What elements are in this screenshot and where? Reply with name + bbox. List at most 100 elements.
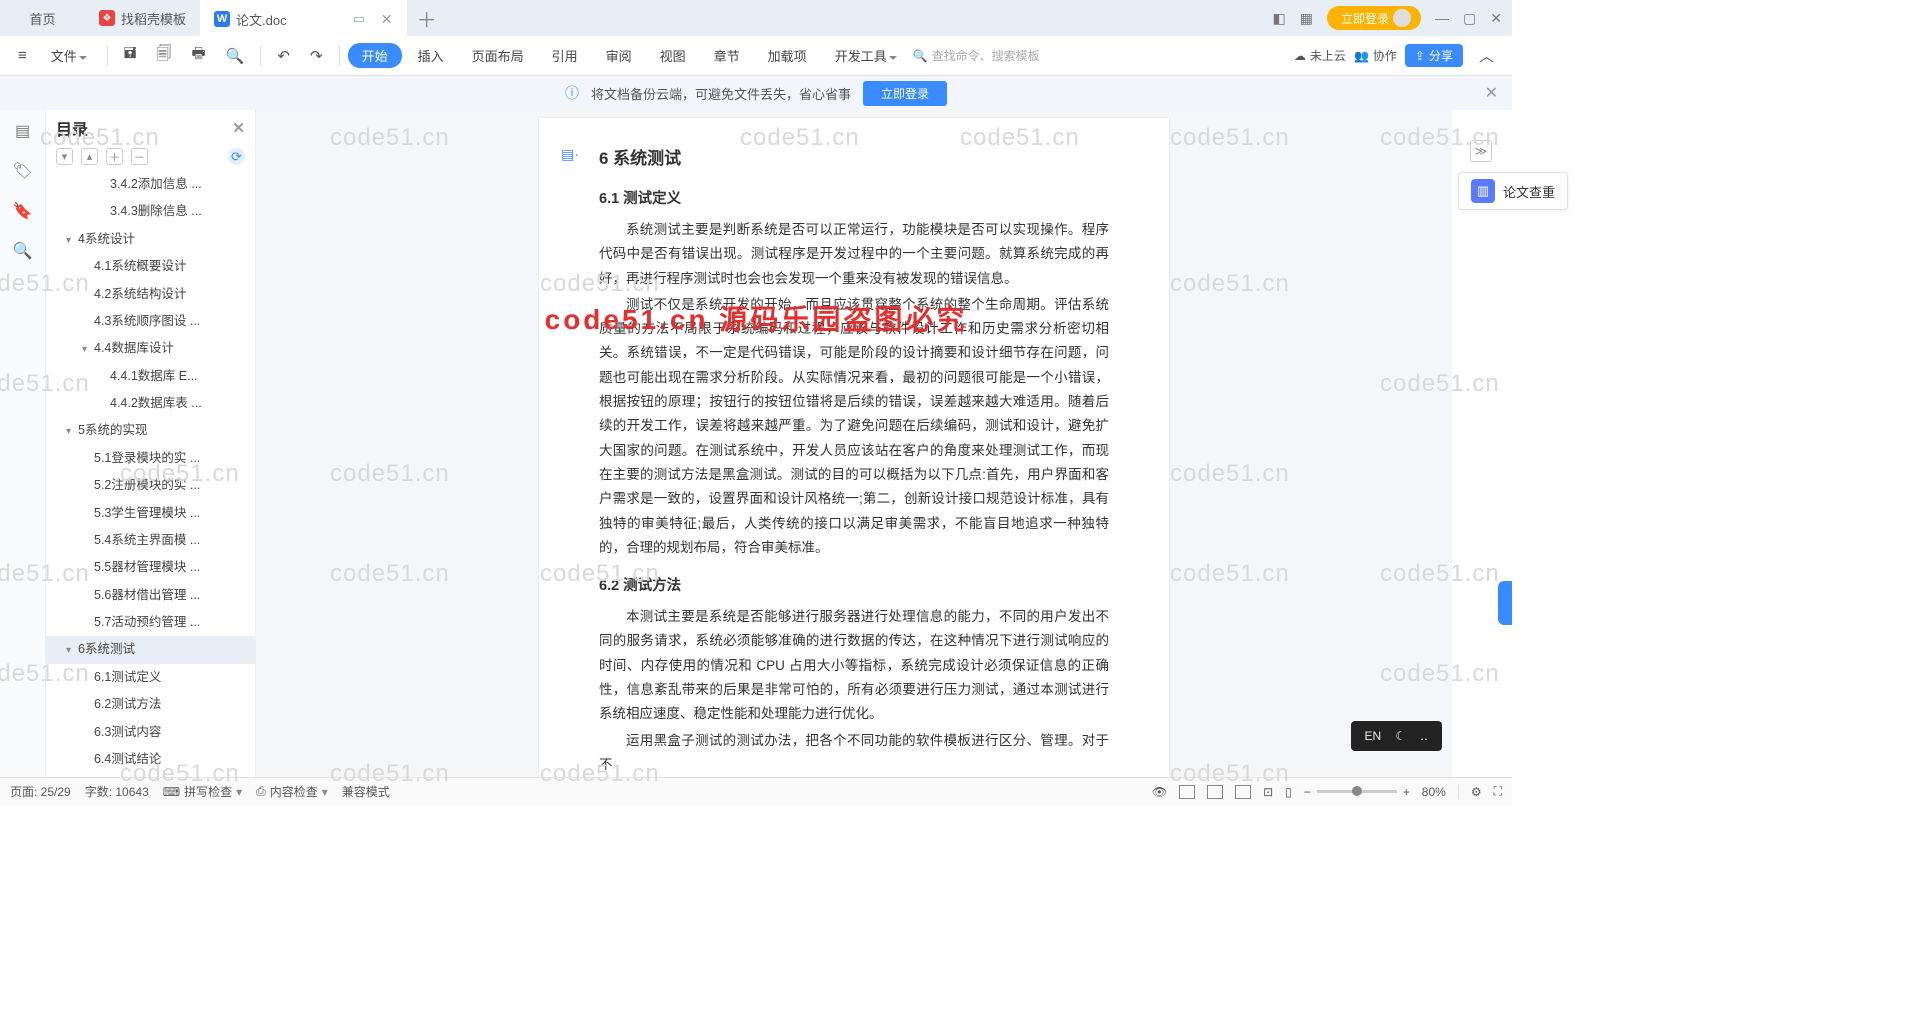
outline-item[interactable]: ▾4系统设计 bbox=[46, 226, 255, 253]
tab-document[interactable]: W 论文.doc ▭ ✕ bbox=[200, 0, 407, 36]
document-content: 6 系统测试 6.1 测试定义 系统测试主要是判断系统是否可以正常运行，功能模块… bbox=[599, 144, 1109, 777]
close-window-button[interactable]: ✕ bbox=[1490, 10, 1502, 27]
outline-item[interactable]: 5.5器材管理模块 ... bbox=[46, 554, 255, 581]
cloud-status[interactable]: ☁未上云 bbox=[1294, 47, 1346, 64]
zoom-in-icon[interactable]: + bbox=[1403, 785, 1410, 799]
red-watermark: code51.cn 源码乐园盗图必究 bbox=[545, 298, 968, 338]
banner-close-icon[interactable]: ✕ bbox=[1485, 83, 1498, 103]
file-menu[interactable]: 文件 bbox=[39, 42, 99, 69]
outline-item[interactable]: 5.7活动预约管理 ... bbox=[46, 609, 255, 636]
zoom-level[interactable]: 80% bbox=[1422, 785, 1446, 799]
outline-item[interactable]: 4.4.1数据库 E... bbox=[46, 363, 255, 390]
menu-addin[interactable]: 加载项 bbox=[756, 42, 819, 69]
menu-chapter[interactable]: 章节 bbox=[702, 42, 752, 69]
outline-item[interactable]: 6.2测试方法 bbox=[46, 691, 255, 718]
view-page-icon[interactable] bbox=[1179, 785, 1195, 799]
redo-icon[interactable]: ↷ bbox=[302, 43, 331, 69]
menu-ref[interactable]: 引用 bbox=[540, 42, 590, 69]
fullscreen-icon[interactable]: ⛶ bbox=[1494, 784, 1502, 799]
chevron-up-icon[interactable]: ︿ bbox=[1471, 41, 1502, 70]
expand-all-icon[interactable]: ▴ bbox=[81, 148, 98, 165]
tab-templates-label: 找稻壳模板 bbox=[121, 9, 186, 28]
people-icon: 👥 bbox=[1354, 49, 1369, 63]
outline-item[interactable]: 5.2注册模块的实 ... bbox=[46, 472, 255, 499]
page-indicator[interactable]: 页面: 25/29 bbox=[10, 783, 71, 800]
outline-item[interactable]: 4.2系统结构设计 bbox=[46, 281, 255, 308]
command-search[interactable]: 🔍 查找命令、搜索模板 bbox=[913, 47, 1040, 64]
view-web-icon[interactable] bbox=[1207, 785, 1223, 799]
outline-item[interactable]: 5.1登录模块的实 ... bbox=[46, 445, 255, 472]
tab-home[interactable]: 首页 bbox=[0, 0, 85, 36]
bookmark-icon[interactable]: 🔖 bbox=[12, 200, 34, 222]
side-drawer-tab[interactable] bbox=[1498, 581, 1512, 625]
close-icon[interactable]: ✕ bbox=[381, 11, 393, 28]
save-as-icon[interactable]: 🗐 bbox=[149, 39, 180, 72]
outline-icon[interactable]: ▤ bbox=[12, 120, 34, 142]
print-preview-icon[interactable]: 🔍 bbox=[218, 43, 253, 69]
compat-mode[interactable]: 兼容模式 bbox=[342, 783, 390, 800]
layout-icon[interactable]: ◧ bbox=[1273, 10, 1286, 27]
outline-item[interactable]: 3.4.2添加信息 ... bbox=[46, 171, 255, 198]
hamburger-icon[interactable]: ≡ bbox=[10, 43, 35, 68]
outline-item[interactable]: ▾6系统测试 bbox=[46, 636, 255, 663]
tab-home-label: 首页 bbox=[29, 9, 55, 28]
outline-close-icon[interactable]: ✕ bbox=[232, 119, 245, 137]
document-canvas[interactable]: ▤· 6 系统测试 6.1 测试定义 系统测试主要是判断系统是否可以正常运行，功… bbox=[256, 110, 1452, 777]
menu-dev[interactable]: 开发工具 bbox=[823, 42, 909, 69]
fit-width-icon[interactable]: ⊡ bbox=[1263, 785, 1273, 799]
spell-check[interactable]: ⌨拼写检查▾ bbox=[163, 783, 242, 800]
word-count[interactable]: 字数: 10643 bbox=[85, 783, 149, 800]
eye-icon[interactable]: 👁 bbox=[1152, 785, 1167, 799]
collapse-right-icon[interactable]: ≫ bbox=[1470, 140, 1492, 162]
zoom-out-icon[interactable]: − bbox=[1304, 785, 1311, 799]
outline-item[interactable]: 5.6器材借出管理 ... bbox=[46, 582, 255, 609]
outline-item[interactable]: 5.4系统主界面模 ... bbox=[46, 527, 255, 554]
print-icon[interactable]: 🖶 bbox=[184, 39, 214, 72]
outline-item[interactable]: 3.4.3删除信息 ... bbox=[46, 198, 255, 225]
tag-icon[interactable]: 🏷 bbox=[12, 160, 34, 182]
collapse-all-icon[interactable]: ▾ bbox=[56, 148, 73, 165]
maximize-button[interactable]: ▢ bbox=[1463, 10, 1476, 27]
settings-icon[interactable]: ⚙ bbox=[1471, 785, 1482, 799]
paragraph-handle-icon[interactable]: ▤· bbox=[561, 146, 579, 163]
menu-insert[interactable]: 插入 bbox=[406, 42, 456, 69]
share-button[interactable]: ⇪分享 bbox=[1405, 44, 1463, 67]
outline-item[interactable]: ▾4.4数据库设计 bbox=[46, 335, 255, 362]
tab-templates[interactable]: ❖ 找稻壳模板 bbox=[85, 0, 200, 36]
collab-button[interactable]: 👥协作 bbox=[1354, 47, 1397, 64]
login-pill[interactable]: 立即登录 bbox=[1327, 6, 1421, 30]
outline-item[interactable]: 6.4测试结论 bbox=[46, 746, 255, 773]
remove-item-icon[interactable]: － bbox=[131, 148, 148, 165]
screen-icon[interactable]: ▭ bbox=[353, 11, 365, 27]
sync-icon[interactable]: ⟳ bbox=[228, 148, 245, 165]
outline-item[interactable]: 4.1系统概要设计 bbox=[46, 253, 255, 280]
add-tab-button[interactable]: ＋ bbox=[407, 4, 447, 33]
paragraph: 系统测试主要是判断系统是否可以正常运行，功能模块是否可以实现操作。程序代码中是否… bbox=[599, 218, 1109, 291]
save-icon[interactable]: 🖬 bbox=[116, 39, 145, 72]
outline-item[interactable]: 4.3系统顺序图设 ... bbox=[46, 308, 255, 335]
avatar-icon bbox=[1393, 9, 1411, 27]
find-icon[interactable]: 🔍 bbox=[12, 240, 34, 262]
outline-item[interactable]: 6.1测试定义 bbox=[46, 664, 255, 691]
content-check[interactable]: ⎙内容检查▾ bbox=[256, 783, 328, 800]
outline-item[interactable]: 5.3学生管理模块 ... bbox=[46, 500, 255, 527]
plagiarism-check-button[interactable]: ▥ 论文查重 bbox=[1458, 172, 1568, 210]
zoom-slider[interactable]: − + bbox=[1304, 785, 1410, 799]
ime-indicator[interactable]: EN ☾ ‥ bbox=[1351, 721, 1442, 751]
minimize-button[interactable]: — bbox=[1435, 10, 1449, 26]
heading-6: 6 系统测试 bbox=[599, 144, 1109, 169]
add-item-icon[interactable]: ＋ bbox=[106, 148, 123, 165]
menu-view[interactable]: 视图 bbox=[648, 42, 698, 69]
titlebar-right: ◧ ▦ 立即登录 — ▢ ✕ bbox=[1273, 6, 1512, 30]
outline-item[interactable]: 6.3测试内容 bbox=[46, 719, 255, 746]
menu-layout[interactable]: 页面布局 bbox=[460, 42, 536, 69]
outline-item[interactable]: ▾5系统的实现 bbox=[46, 417, 255, 444]
undo-icon[interactable]: ↶ bbox=[269, 43, 298, 69]
banner-login-button[interactable]: 立即登录 bbox=[863, 81, 947, 106]
read-mode-icon[interactable]: ▯ bbox=[1285, 785, 1292, 799]
menu-review[interactable]: 审阅 bbox=[594, 42, 644, 69]
view-outline-icon[interactable] bbox=[1235, 785, 1251, 799]
apps-icon[interactable]: ▦ bbox=[1300, 10, 1313, 27]
outline-item[interactable]: 4.4.2数据库表 ... bbox=[46, 390, 255, 417]
menu-start[interactable]: 开始 bbox=[348, 43, 402, 68]
